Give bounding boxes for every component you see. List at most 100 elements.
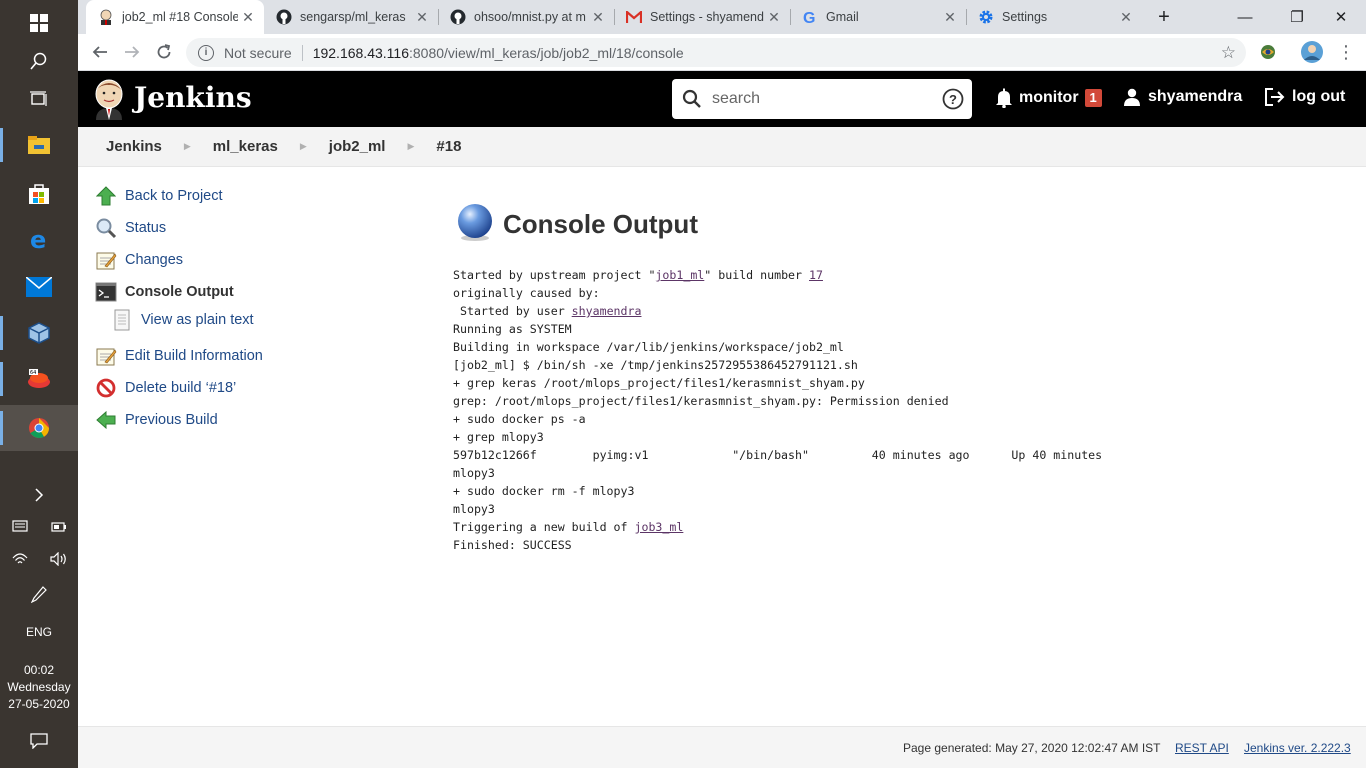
jenkins-title[interactable]: Jenkins [134, 81, 252, 114]
notepad-icon [94, 248, 118, 272]
security-status[interactable]: Not secure [224, 45, 292, 61]
console-line: + sudo docker rm -f mlopy3 [453, 482, 1102, 500]
delete-build-link[interactable]: Delete build ‘#18’ [94, 376, 236, 400]
previous-build-link[interactable]: Previous Build [94, 408, 218, 432]
console-text: + sudo docker rm -f mlopy3 [453, 484, 635, 498]
breadcrumb-jenkins[interactable]: Jenkins [106, 138, 162, 155]
edge-icon[interactable]: e [0, 216, 78, 262]
browser-tab[interactable]: Settings ✕ [966, 0, 1142, 34]
restore-button[interactable]: ❐ [1274, 0, 1320, 34]
page-title: Console Output [503, 209, 698, 239]
reload-button[interactable] [150, 38, 178, 66]
browser-tab[interactable]: G Gmail ✕ [790, 0, 966, 34]
close-tab-icon[interactable]: ✕ [412, 9, 432, 26]
back-to-project-link[interactable]: Back to Project [94, 184, 223, 208]
forward-button[interactable] [118, 38, 146, 66]
bookmark-star-icon[interactable]: ☆ [1221, 43, 1236, 63]
task-view-icon[interactable] [0, 76, 78, 122]
url-host: 192.168.43.116 [312, 44, 409, 61]
help-icon[interactable]: ? [942, 88, 964, 110]
rest-api-link[interactable]: REST API [1175, 741, 1229, 755]
console-line: originally caused by: [453, 284, 1102, 302]
task-label: Previous Build [125, 412, 218, 428]
magnifier-icon [94, 216, 118, 240]
close-tab-icon[interactable]: ✕ [764, 9, 784, 26]
mail-icon[interactable] [0, 264, 78, 310]
breadcrumb: Jenkins ▶ ml_keras ▶ job2_ml ▶ #18 [78, 127, 1366, 167]
console-text: Finished: SUCCESS [453, 538, 572, 552]
status-link[interactable]: Status [94, 216, 166, 240]
gmail-icon [626, 9, 642, 25]
minimize-button[interactable]: — [1222, 0, 1268, 34]
virtualbox-icon[interactable] [0, 310, 78, 356]
browser-tab-active[interactable]: job2_ml #18 Console ✕ [86, 0, 264, 34]
address-bar[interactable]: i Not secure 192.168.43.116 :8080/view/m… [186, 38, 1246, 67]
chevron-right-icon[interactable]: ▶ [184, 141, 191, 152]
console-link[interactable]: shyamendra [572, 304, 642, 318]
console-output-link[interactable]: Console Output [94, 280, 234, 304]
file-explorer-icon[interactable] [0, 122, 78, 168]
close-tab-icon[interactable]: ✕ [1116, 9, 1136, 26]
browser-tab[interactable]: sengarsp/ml_keras ✕ [264, 0, 438, 34]
logout-link[interactable]: log out [1265, 88, 1345, 106]
browser-tab[interactable]: Settings - shyamendr ✕ [614, 0, 790, 34]
breadcrumb-build[interactable]: #18 [436, 138, 461, 155]
user-link[interactable]: shyamendra [1124, 88, 1242, 106]
notepad-icon [94, 344, 118, 368]
info-icon[interactable]: i [198, 44, 214, 61]
chrome-icon[interactable] [0, 405, 78, 451]
logout-icon [1265, 88, 1285, 106]
chevron-right-icon[interactable]: ▶ [300, 141, 307, 152]
page-generated-text: Page generated: May 27, 2020 12:02:47 AM… [903, 741, 1161, 755]
notifications-icon[interactable] [0, 718, 78, 764]
new-tab-button[interactable]: + [1142, 0, 1186, 34]
app-icon[interactable]: 64 [0, 356, 78, 402]
document-icon [110, 308, 134, 332]
extension-icon[interactable] [1254, 38, 1282, 66]
edit-build-information-link[interactable]: Edit Build Information [94, 344, 263, 368]
tab-title: ohsoo/mnist.py at m [474, 10, 586, 24]
console-line: Running as SYSTEM [453, 320, 1102, 338]
back-button[interactable] [86, 38, 114, 66]
browser-tab[interactable]: ohsoo/mnist.py at m ✕ [438, 0, 614, 34]
console-link[interactable]: 17 [809, 268, 823, 282]
changes-link[interactable]: Changes [94, 248, 183, 272]
monitor-link[interactable]: monitor 1 [995, 88, 1102, 108]
console-line: Finished: SUCCESS [453, 536, 1102, 554]
console-line: + grep keras /root/mlops_project/files1/… [453, 374, 1102, 392]
svg-text:e: e [30, 227, 46, 251]
jenkins-logo-icon[interactable] [92, 78, 126, 120]
tab-title: Settings [1002, 10, 1048, 24]
page-heading: Console Output [455, 202, 698, 247]
breadcrumb-job[interactable]: job2_ml [329, 138, 386, 155]
console-link[interactable]: job1_ml [655, 268, 704, 282]
console-text: originally caused by: [453, 286, 600, 300]
close-tab-icon[interactable]: ✕ [238, 9, 258, 26]
chevron-right-icon[interactable]: ▶ [407, 141, 414, 152]
view-plain-text-link[interactable]: View as plain text [110, 308, 254, 332]
close-tab-icon[interactable]: ✕ [588, 9, 608, 26]
pen-icon[interactable] [0, 572, 78, 618]
menu-kebab-icon[interactable]: ⋮ [1332, 38, 1360, 66]
console-text: Triggering a new build of [453, 520, 635, 534]
tab-title: sengarsp/ml_keras [300, 10, 406, 24]
github-icon [276, 9, 292, 25]
google-icon: G [802, 9, 818, 25]
search-box[interactable]: ? [672, 79, 972, 119]
jenkins-version-link[interactable]: Jenkins ver. 2.222.3 [1244, 741, 1351, 755]
console-line: [job2_ml] $ /bin/sh -xe /tmp/jenkins2572… [453, 356, 1102, 374]
bell-icon [995, 88, 1013, 108]
arrow-left-icon [94, 408, 118, 432]
language-indicator[interactable]: ENG [0, 625, 78, 639]
close-tab-icon[interactable]: ✕ [940, 9, 960, 26]
store-icon[interactable] [0, 170, 78, 216]
jenkins-icon [98, 9, 114, 25]
profile-avatar[interactable] [1298, 38, 1326, 66]
breadcrumb-view[interactable]: ml_keras [213, 138, 278, 155]
console-text: + grep mlopy3 [453, 430, 544, 444]
console-link[interactable]: job3_ml [634, 520, 683, 534]
clock-time[interactable]: 00:02 [0, 663, 78, 677]
close-window-button[interactable]: ✕ [1318, 0, 1364, 34]
console-text: [job2_ml] $ /bin/sh -xe /tmp/jenkins2572… [453, 358, 858, 372]
search-input[interactable] [712, 90, 932, 108]
